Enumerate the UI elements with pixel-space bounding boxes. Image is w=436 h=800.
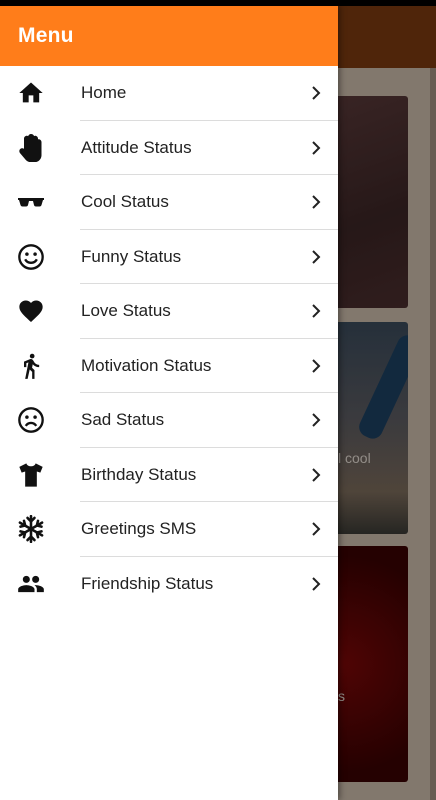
- people-icon: [17, 570, 45, 598]
- menu-item-label: Greetings SMS: [81, 519, 197, 539]
- menu-item-sad-status[interactable]: Sad Status: [0, 393, 338, 448]
- chevron-right-icon: [312, 359, 321, 373]
- menu-item-label: Birthday Status: [81, 464, 197, 484]
- chevron-right-icon: [312, 250, 321, 264]
- chevron-right-icon: [312, 304, 321, 318]
- menu-item-cool-status[interactable]: Cool Status: [0, 175, 338, 230]
- menu-item-label: Funny Status: [81, 246, 182, 266]
- menu-item-label: Love Status: [81, 301, 171, 321]
- menu-item-label: Home: [81, 83, 127, 103]
- menu-item-label: Motivation Status: [81, 355, 212, 375]
- chevron-right-icon: [312, 195, 321, 209]
- menu-item-funny-status[interactable]: Funny Status: [0, 230, 338, 284]
- sunglasses-icon: [17, 188, 45, 216]
- heart-icon: [17, 297, 45, 325]
- menu-item-home[interactable]: Home: [0, 66, 338, 121]
- menu-item-label: Cool Status: [81, 192, 169, 212]
- sad-face-icon: [17, 406, 45, 434]
- hand-icon: [17, 133, 45, 162]
- navigation-drawer: Menu Home Attitude Status Cool Status Fu…: [0, 6, 338, 800]
- drawer-header: Menu: [0, 6, 338, 66]
- walking-icon: [17, 352, 45, 380]
- menu-item-attitude-status[interactable]: Attitude Status: [0, 121, 338, 175]
- menu-item-birthday-status[interactable]: Birthday Status: [0, 448, 338, 502]
- menu-item-friendship-status[interactable]: Friendship Status: [0, 557, 338, 612]
- menu-item-love-status[interactable]: Love Status: [0, 284, 338, 339]
- home-icon: [17, 79, 45, 107]
- menu-item-motivation-status[interactable]: Motivation Status: [0, 339, 338, 393]
- chevron-right-icon: [312, 86, 321, 100]
- smile-icon: [17, 243, 45, 271]
- chevron-right-icon: [312, 141, 321, 155]
- menu-item-label: Friendship Status: [81, 573, 214, 593]
- snowflake-icon: [17, 515, 45, 544]
- menu-list: Home Attitude Status Cool Status Funny S…: [0, 66, 338, 611]
- drawer-title: Menu: [18, 24, 74, 47]
- tshirt-icon: [17, 461, 45, 489]
- menu-item-label: Sad Status: [81, 410, 165, 430]
- chevron-right-icon: [312, 522, 321, 536]
- menu-item-label: Attitude Status: [81, 137, 192, 157]
- chevron-right-icon: [312, 468, 321, 482]
- chevron-right-icon: [312, 577, 321, 591]
- menu-item-greetings-sms[interactable]: Greetings SMS: [0, 502, 338, 557]
- chevron-right-icon: [312, 413, 321, 427]
